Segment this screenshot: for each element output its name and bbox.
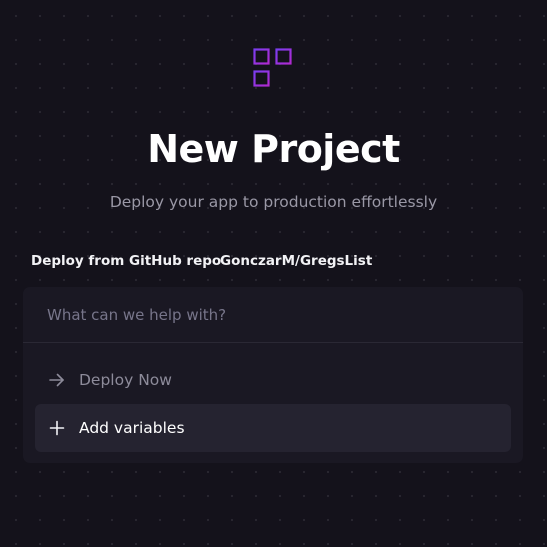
add-grid-icon <box>253 48 293 88</box>
deploy-source-label: Deploy from GitHub repo <box>31 253 222 269</box>
deploy-now-label: Deploy Now <box>79 371 172 389</box>
page-title: New Project <box>147 127 400 171</box>
page-subtitle: Deploy your app to production effortless… <box>109 193 438 211</box>
add-variables-button[interactable]: Add variables <box>35 404 511 452</box>
help-input[interactable] <box>23 287 523 343</box>
plus-icon <box>47 418 67 438</box>
deploy-now-button[interactable]: Deploy Now <box>35 356 511 404</box>
arrow-right-icon <box>47 370 67 390</box>
repo-name-label: GonczarM/GregsList <box>220 253 373 269</box>
add-variables-label: Add variables <box>79 419 185 437</box>
deploy-panel: Deploy Now Add variables <box>23 287 523 463</box>
